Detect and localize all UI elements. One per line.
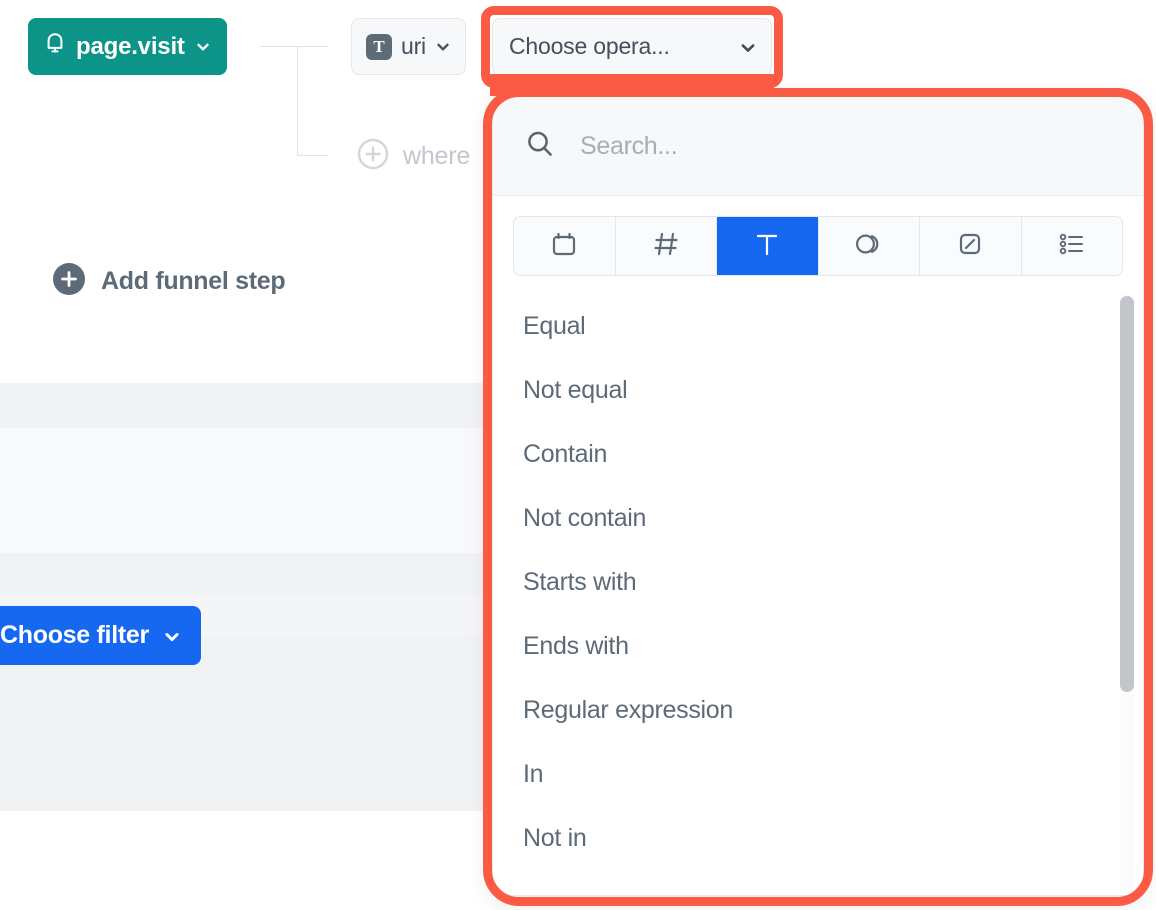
list-item[interactable]: Starts with bbox=[493, 550, 1143, 614]
chevron-down-icon bbox=[195, 39, 211, 55]
list-item[interactable]: Equal bbox=[493, 294, 1143, 358]
background-band bbox=[0, 553, 490, 595]
highlight-annotation-join bbox=[490, 74, 774, 96]
text-type-badge-icon: T bbox=[366, 34, 392, 60]
add-where-condition-row[interactable]: where bbox=[357, 138, 470, 175]
hash-icon bbox=[651, 229, 681, 264]
calendar-icon bbox=[549, 229, 579, 264]
boolean-circles-icon bbox=[852, 229, 886, 264]
list-item[interactable]: Not contain bbox=[493, 486, 1143, 550]
bulleted-list-icon bbox=[1056, 229, 1088, 264]
property-type-tab-strip bbox=[513, 216, 1123, 276]
search-input[interactable] bbox=[578, 131, 1112, 162]
chevron-down-icon bbox=[739, 39, 755, 55]
plus-circle-outline-icon bbox=[357, 138, 389, 175]
property-chip-uri[interactable]: T uri bbox=[351, 18, 466, 75]
slash-box-icon bbox=[955, 229, 985, 264]
event-chip-page-visit[interactable]: page.visit bbox=[28, 18, 227, 75]
event-chip-label: page.visit bbox=[76, 33, 185, 61]
type-tab-list[interactable] bbox=[1022, 217, 1123, 275]
list-item[interactable]: In bbox=[493, 742, 1143, 806]
list-item[interactable]: Not in bbox=[493, 806, 1143, 870]
operator-dropdown-popup: Equal Not equal Contain Not contain Star… bbox=[492, 96, 1144, 896]
search-icon bbox=[524, 128, 556, 165]
text-t-icon bbox=[752, 229, 782, 264]
list-item[interactable]: Not equal bbox=[493, 358, 1143, 422]
options-scrollbar-thumb[interactable] bbox=[1120, 296, 1134, 692]
connector-line bbox=[297, 46, 298, 156]
where-label: where bbox=[403, 142, 470, 171]
choose-filter-label: Choose filter bbox=[0, 621, 149, 650]
background-band bbox=[0, 428, 490, 553]
type-tab-boolean[interactable] bbox=[819, 217, 921, 275]
type-tab-text[interactable] bbox=[717, 217, 819, 275]
chevron-down-icon bbox=[163, 628, 179, 644]
connector-line bbox=[297, 155, 328, 156]
popup-search-bar[interactable] bbox=[493, 97, 1143, 196]
type-tab-null[interactable] bbox=[920, 217, 1022, 275]
list-item[interactable]: Ends with bbox=[493, 614, 1143, 678]
background-band bbox=[0, 383, 490, 428]
bell-icon bbox=[44, 32, 66, 61]
property-chip-label: uri bbox=[401, 33, 426, 60]
choose-operator-button[interactable]: Choose opera... bbox=[492, 18, 772, 75]
choose-filter-button[interactable]: Choose filter bbox=[0, 606, 201, 665]
operator-options-list[interactable]: Equal Not equal Contain Not contain Star… bbox=[493, 294, 1143, 896]
type-tab-number[interactable] bbox=[616, 217, 718, 275]
list-item[interactable]: Regular expression bbox=[493, 678, 1143, 742]
add-funnel-step-label: Add funnel step bbox=[101, 267, 285, 296]
choose-operator-label: Choose opera... bbox=[509, 33, 670, 60]
list-item[interactable]: Contain bbox=[493, 422, 1143, 486]
connector-line bbox=[260, 46, 328, 47]
chevron-down-icon bbox=[435, 39, 451, 55]
type-tab-date[interactable] bbox=[514, 217, 616, 275]
add-funnel-step-button[interactable]: Add funnel step bbox=[53, 263, 285, 300]
plus-circle-filled-icon bbox=[53, 263, 85, 300]
